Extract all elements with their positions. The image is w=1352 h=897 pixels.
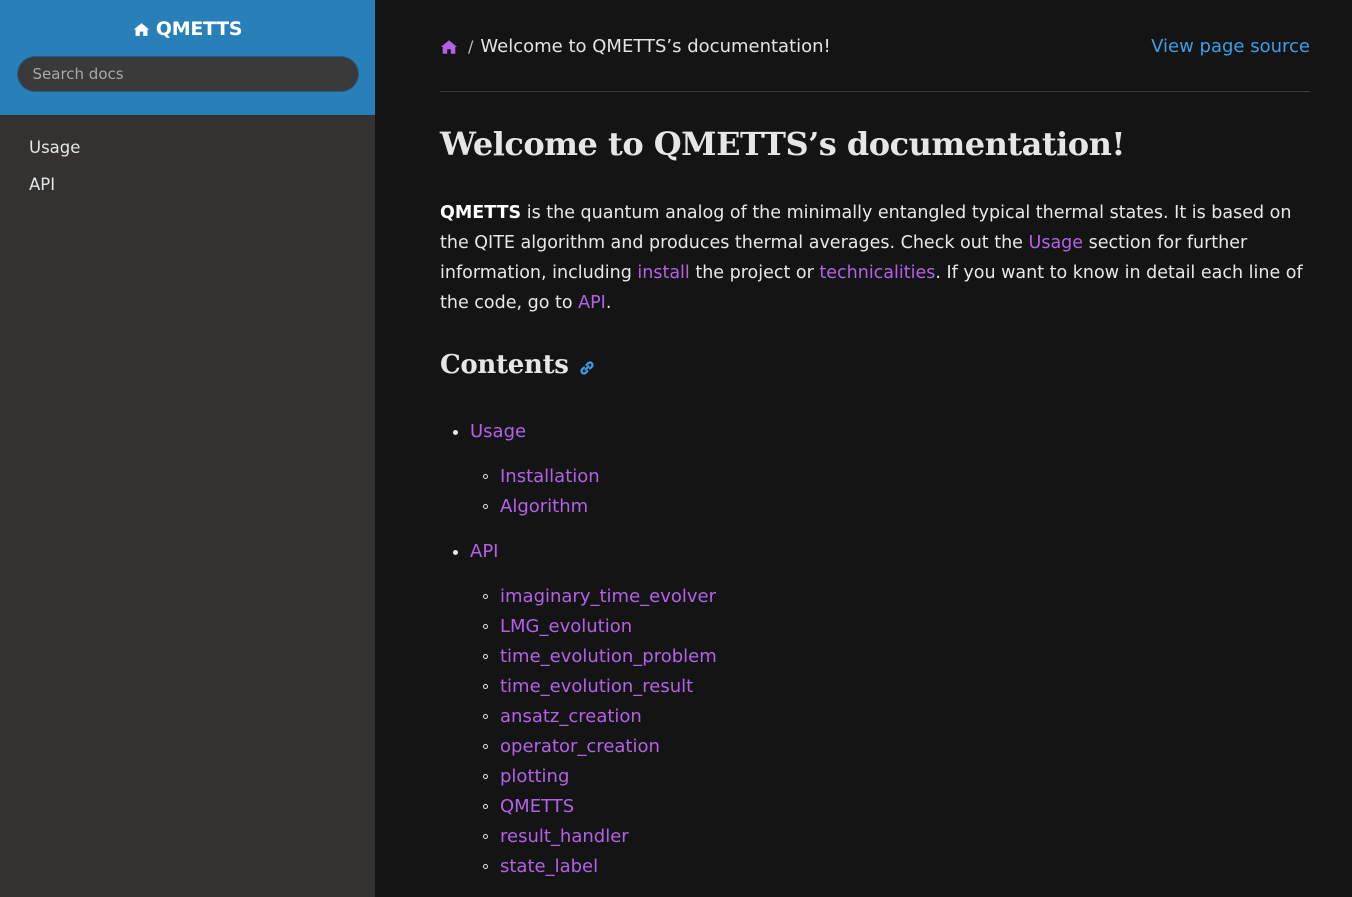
view-page-source-link[interactable]: View page source [1151, 36, 1310, 57]
toc-sublist-api: imaginary_time_evolver LMG_evolution tim… [470, 567, 717, 897]
breadcrumb-trail: / Welcome to QMETTS’s documentation! [440, 36, 831, 57]
intro-text: the project or [689, 263, 820, 283]
intro-bold-name: QMETTS [440, 203, 522, 223]
sidebar-item-usage: Usage [0, 135, 375, 172]
main-content: / Welcome to QMETTS’s documentation! Vie… [375, 0, 1352, 897]
toc-subitem: operator_creation [470, 732, 717, 762]
sidebar-link-api[interactable]: API [0, 172, 375, 198]
contents-heading: Contents [440, 350, 596, 380]
toc-subitem: QMETTS [470, 792, 717, 822]
sidebar: QMETTS Usage API [0, 0, 375, 897]
toc-link-time-evolution-result[interactable]: time_evolution_result [500, 676, 693, 697]
sidebar-nav: Usage API [0, 115, 375, 209]
toc-subitem: time_evolution_problem [470, 642, 717, 672]
intro-link-usage[interactable]: Usage [1029, 233, 1084, 253]
toc-subitem: Installation [470, 462, 717, 492]
link-icon [580, 361, 594, 375]
toc-link-algorithm[interactable]: Algorithm [500, 496, 588, 517]
intro-text: . [605, 293, 612, 313]
toc-subitem: plotting [470, 762, 717, 792]
page-title: Welcome to QMETTS’s documentation! [440, 125, 1125, 163]
toc-subitem: state_label [470, 852, 717, 882]
sidebar-item-api: API [0, 172, 375, 209]
toc-subitem: ansatz_creation [470, 702, 717, 732]
home-icon [440, 39, 458, 54]
project-name: QMETTS [155, 18, 243, 40]
toc-link-ansatz-creation[interactable]: ansatz_creation [500, 706, 642, 727]
breadcrumb: / Welcome to QMETTS’s documentation! Vie… [440, 0, 1310, 92]
toc-link-imaginary-time-evolver[interactable]: imaginary_time_evolver [500, 586, 716, 607]
toc-link-time-evolution-problem[interactable]: time_evolution_problem [500, 646, 717, 667]
toc-link-api[interactable]: API [470, 537, 498, 567]
toc-link-operator-creation[interactable]: operator_creation [500, 736, 660, 757]
intro-paragraph: QMETTS is the quantum analog of the mini… [440, 198, 1312, 318]
permalink-link[interactable] [569, 353, 596, 377]
toc-subitem: imaginary_time_evolver [470, 582, 717, 612]
toc-link-result-handler[interactable]: result_handler [500, 826, 629, 847]
search-input[interactable] [16, 55, 359, 92]
toc-subitem: time_evolution_result [470, 672, 717, 702]
breadcrumb-current: Welcome to QMETTS’s documentation! [480, 36, 831, 57]
toc-link-plotting[interactable]: plotting [500, 766, 569, 787]
toc-link-lmg-evolution[interactable]: LMG_evolution [500, 616, 632, 637]
intro-link-install[interactable]: install [637, 263, 689, 283]
breadcrumb-separator: / [468, 37, 474, 56]
toc-subitem: result_handler [470, 822, 717, 852]
toc-subitem: LMG_evolution [470, 612, 717, 642]
breadcrumb-home-link[interactable] [440, 39, 468, 55]
sidebar-header: QMETTS [0, 0, 375, 115]
home-icon [133, 22, 150, 36]
toc-link-state-label[interactable]: state_label [500, 856, 598, 877]
toc-sublist-usage: Installation Algorithm [470, 447, 717, 537]
toc-link-installation[interactable]: Installation [500, 466, 600, 487]
toc-link-usage[interactable]: Usage [470, 417, 526, 447]
intro-link-api[interactable]: API [578, 293, 606, 313]
sidebar-link-usage[interactable]: Usage [0, 135, 375, 161]
toc-subitem: Algorithm [470, 492, 717, 522]
toc-item-api: API imaginary_time_evolver LMG_evolution… [440, 537, 717, 897]
project-home-link[interactable]: QMETTS [133, 18, 242, 40]
intro-link-technicalities[interactable]: technicalities [819, 263, 935, 283]
contents-toc: Usage Installation Algorithm API imagina… [440, 417, 717, 897]
toc-item-usage: Usage Installation Algorithm [440, 417, 717, 537]
toc-link-qmetts[interactable]: QMETTS [500, 796, 574, 817]
document: / Welcome to QMETTS’s documentation! Vie… [440, 0, 1310, 877]
contents-heading-text: Contents [440, 350, 569, 380]
